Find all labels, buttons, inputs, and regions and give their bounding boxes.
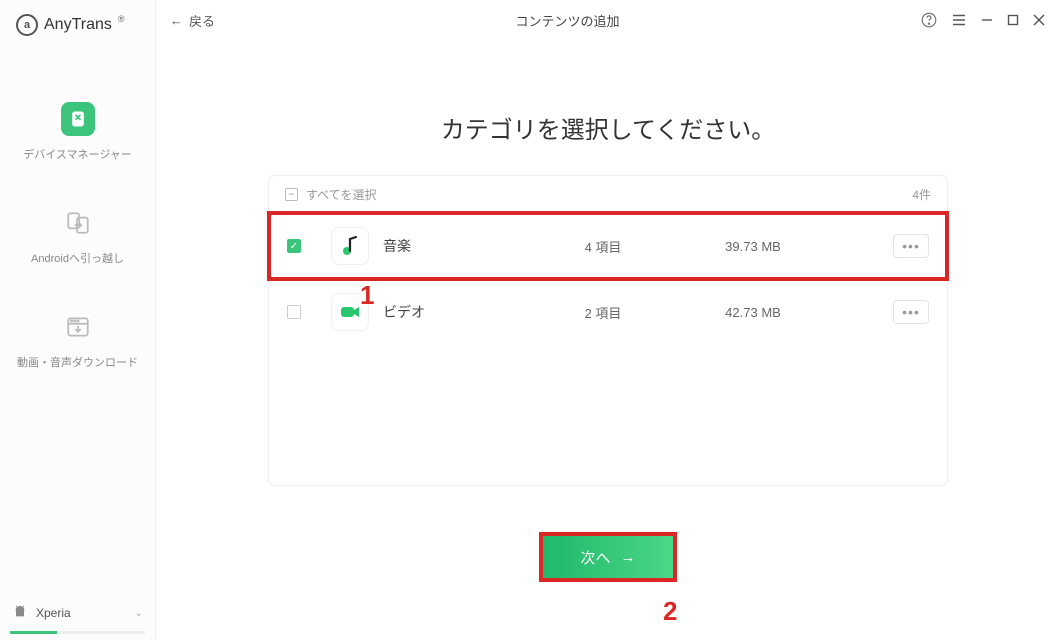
sidebar-item-download[interactable]: 動画・音声ダウンロード <box>0 310 155 370</box>
sidebar-item-label: 動画・音声ダウンロード <box>17 354 138 370</box>
chevron-down-icon: ⌄ <box>135 608 143 619</box>
back-label: 戻る <box>189 11 215 30</box>
sidebar-item-device-manager[interactable]: デバイスマネージャー <box>0 102 155 162</box>
maximize-button[interactable] <box>1006 13 1020 27</box>
main: ← 戻る コンテンツの追加 <box>156 0 1060 640</box>
sidebar-nav: デバイスマネージャー Androidへ引っ越し 動画・音声ダウンロード <box>0 54 155 595</box>
page-title: コンテンツの追加 <box>225 11 910 30</box>
next-area: 次へ → <box>543 536 673 578</box>
next-label: 次へ <box>580 547 610 568</box>
row-checkbox[interactable] <box>287 305 301 319</box>
check-icon: ✓ <box>290 241 298 252</box>
category-name: ビデオ <box>383 302 523 322</box>
annotation-2: 2 <box>663 596 677 627</box>
sidebar: a AnyTrans ® デバイスマネージャー Androidへ引っ越し <box>0 0 156 640</box>
back-button[interactable]: ← 戻る <box>170 11 215 30</box>
registered-mark: ® <box>118 14 125 24</box>
titlebar: ← 戻る コンテンツの追加 <box>156 0 1060 40</box>
sidebar-item-android-move[interactable]: Androidへ引っ越し <box>0 206 155 266</box>
device-manager-icon <box>61 102 95 136</box>
sidebar-item-label: デバイスマネージャー <box>23 146 132 162</box>
device-storage-bar <box>10 631 145 634</box>
brand-logo-icon: a <box>16 14 38 36</box>
arrow-right-icon: → <box>621 549 636 566</box>
category-size: 39.73 MB <box>683 239 823 254</box>
category-size: 42.73 MB <box>683 305 823 320</box>
select-all-label: すべてを選択 <box>306 186 376 203</box>
device-selector[interactable]: Xperia ⌄ <box>0 595 155 631</box>
heading: カテゴリを選択してください。 <box>441 110 776 145</box>
category-items: 2 項目 <box>523 303 683 322</box>
select-all-checkbox[interactable]: − <box>285 188 298 201</box>
item-count: 4件 <box>912 186 931 203</box>
next-button[interactable]: 次へ → <box>543 536 673 578</box>
arrow-left-icon: ← <box>170 13 183 28</box>
menu-icon[interactable] <box>950 11 968 29</box>
category-items: 4 項目 <box>523 237 683 256</box>
brand-name: AnyTrans <box>44 16 112 34</box>
android-icon <box>12 605 28 621</box>
annotation-1: 1 <box>360 280 374 311</box>
brand: a AnyTrans ® <box>0 12 155 54</box>
category-row-music[interactable]: ✓ 音楽 4 項目 39.73 MB ••• <box>269 213 947 279</box>
music-icon <box>331 227 369 265</box>
help-icon[interactable] <box>920 11 938 29</box>
title-actions <box>920 11 1046 29</box>
content: カテゴリを選択してください。 − すべてを選択 4件 ✓ 音楽 4 項目 39.… <box>156 40 1060 640</box>
close-button[interactable] <box>1032 13 1046 27</box>
panel-header: − すべてを選択 4件 <box>269 176 947 213</box>
category-panel: − すべてを選択 4件 ✓ 音楽 4 項目 39.73 MB ••• <box>268 175 948 486</box>
more-button[interactable]: ••• <box>893 300 929 324</box>
android-move-icon <box>61 206 95 240</box>
row-checkbox[interactable]: ✓ <box>287 239 301 253</box>
minimize-button[interactable] <box>980 13 994 27</box>
category-name: 音楽 <box>383 236 523 256</box>
device-name: Xperia <box>36 606 71 620</box>
sidebar-item-label: Androidへ引っ越し <box>31 250 124 266</box>
download-icon <box>61 310 95 344</box>
more-button[interactable]: ••• <box>893 234 929 258</box>
